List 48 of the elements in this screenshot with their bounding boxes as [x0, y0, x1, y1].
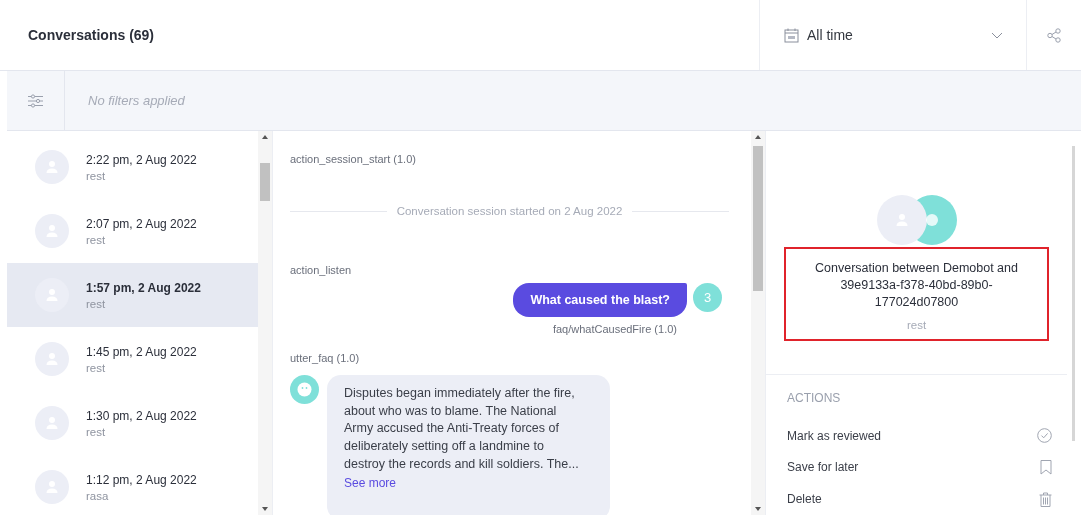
scrollbar[interactable] — [751, 131, 765, 515]
participants-avatar-icon — [876, 195, 957, 245]
bot-avatar-icon — [290, 375, 319, 404]
user-avatar-icon — [35, 278, 69, 312]
actions-heading: ACTIONS — [787, 390, 842, 405]
conversation-time: 2:07 pm, 2 Aug 2022 — [86, 216, 197, 231]
conversation-item[interactable]: 1:57 pm, 2 Aug 2022 rest — [7, 263, 258, 327]
see-more-link[interactable]: See more — [344, 475, 592, 490]
action-item[interactable]: Delete — [787, 483, 1052, 515]
date-range-dropdown[interactable]: All time — [760, 0, 1027, 70]
user-badge: 3 — [693, 283, 722, 312]
user-message: What caused the blast? — [513, 283, 687, 317]
conversation-item[interactable]: 2:07 pm, 2 Aug 2022 rest — [7, 199, 258, 263]
channel-label: rest — [86, 297, 107, 310]
channel-label: rest — [86, 361, 107, 374]
action-item[interactable]: Mark as reviewed — [787, 419, 1052, 452]
session-divider-text: Conversation session started on 2 Aug 2022 — [396, 205, 623, 217]
trash-icon — [1039, 491, 1052, 507]
calendar-icon — [784, 27, 799, 43]
conversation-title: Conversation between Demobot and 39e9133a-f378-40bd-89b0-177024d07800 — [814, 260, 1019, 311]
conversation-time: 1:57 pm, 2 Aug 2022 — [86, 280, 201, 295]
check-circle-icon — [1037, 428, 1052, 444]
conversation-item[interactable]: 1:12 pm, 2 Aug 2022 rasa — [7, 455, 258, 515]
action-label: action_session_start (1.0) — [290, 153, 416, 165]
scrollbar[interactable] — [258, 131, 272, 515]
conversation-item[interactable]: 1:30 pm, 2 Aug 2022 rest — [7, 391, 258, 455]
conversation-time: 1:30 pm, 2 Aug 2022 — [86, 408, 197, 423]
action-item[interactable]: Save for later — [787, 451, 1052, 484]
channel-label: rest — [906, 319, 927, 331]
channel-label: rest — [86, 425, 107, 438]
filter-sliders-icon[interactable] — [28, 93, 43, 108]
share-icon[interactable] — [1047, 27, 1061, 43]
filter-status: No filters applied — [88, 93, 185, 108]
channel-label: rest — [86, 169, 107, 182]
bot-message: Disputes began immediately after the fire, about who was to blame. The National Army accused the Anti-Treaty forces of deliberately setting off a landmine to destroy the records and kill soldiers. The... — [344, 385, 580, 473]
conversation-time: 2:22 pm, 2 Aug 2022 — [86, 152, 197, 167]
conversation-time: 1:12 pm, 2 Aug 2022 — [86, 472, 197, 487]
intent-label: faq/whatCausedFire (1.0) — [552, 323, 677, 335]
action-label: utter_faq (1.0) — [290, 352, 360, 364]
conversation-item[interactable]: 2:22 pm, 2 Aug 2022 rest — [7, 135, 258, 199]
channel-label: rest — [86, 233, 107, 246]
bookmark-icon — [1040, 459, 1052, 475]
conversation-time: 1:45 pm, 2 Aug 2022 — [86, 344, 197, 359]
channel-label: rasa — [86, 489, 110, 502]
action-label: action_listen — [290, 264, 352, 276]
page-title: Conversations (69) — [28, 27, 155, 43]
chevron-down-icon — [991, 31, 1003, 39]
conversation-item[interactable]: 1:45 pm, 2 Aug 2022 rest — [7, 327, 258, 391]
